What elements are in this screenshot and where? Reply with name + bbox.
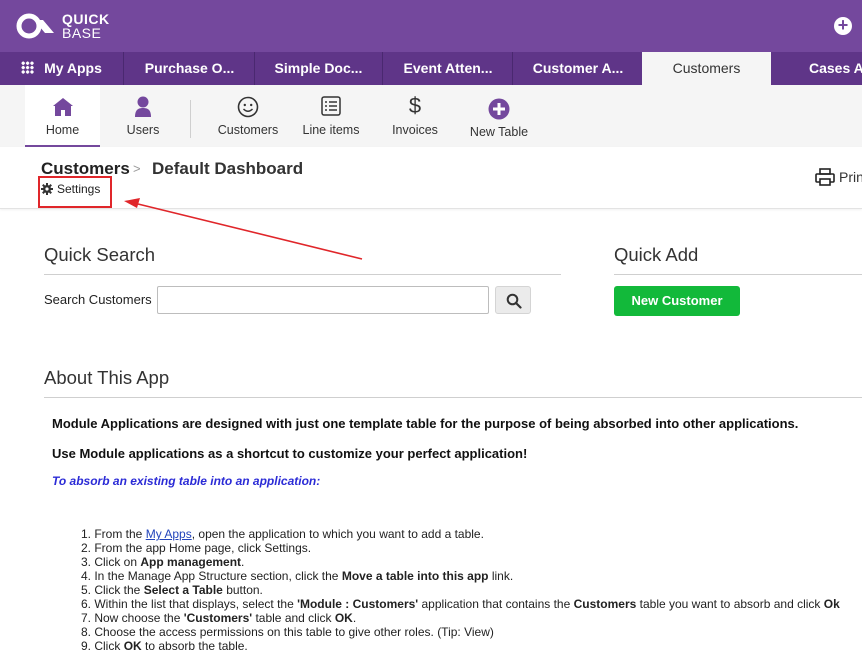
pagebar-customers[interactable]: Customers	[213, 85, 283, 147]
tab-label: Event Atten...	[403, 60, 493, 76]
about-title: About This App	[44, 367, 170, 388]
home-icon	[52, 98, 73, 116]
tab-label: Customers	[672, 60, 741, 76]
print-button[interactable]: Prin	[815, 168, 862, 186]
pagebar-users-label: Users	[126, 123, 160, 137]
tab-my-apps[interactable]: My Apps	[0, 52, 124, 85]
print-label: Prin	[839, 169, 862, 185]
list-item: 7. Now choose the 'Customers' table and …	[80, 611, 357, 625]
pagebar-new-table-label: New Table	[469, 125, 529, 139]
app-tab-bar: My Apps Purchase O... Simple Doc... Even…	[0, 52, 862, 85]
list-item: 3. Click on App management.	[80, 555, 245, 569]
pagebar-users[interactable]: Users	[110, 85, 176, 147]
page-title: Default Dashboard	[152, 159, 304, 178]
list-item: 1. From the My Apps, open the applicatio…	[80, 527, 484, 541]
quick-add-title: Quick Add	[614, 244, 699, 265]
tab-customers[interactable]: Customers	[642, 52, 771, 85]
list-item: 2. From the app Home page, click Setting…	[80, 541, 312, 555]
pagebar-divider	[190, 100, 191, 138]
page-header: Customers > Default Dashboard Settings	[0, 147, 862, 209]
pagebar-line-items-label: Line items	[302, 123, 360, 137]
list-item: 5. Click the Select a Table button.	[80, 583, 263, 597]
printer-icon	[815, 168, 835, 186]
about-paragraph-1: Module Applications are designed with ju…	[52, 416, 799, 431]
user-icon	[135, 96, 151, 117]
search-button[interactable]	[495, 286, 531, 314]
new-customer-button[interactable]: New Customer	[614, 286, 740, 316]
top-bar: QUICK BASE +	[0, 0, 862, 52]
list-item: 8. Choose the access permissions on this…	[80, 625, 494, 639]
pagebar-line-items[interactable]: Line items	[298, 85, 364, 147]
list-item: 6. Within the list that displays, select…	[80, 597, 840, 611]
breadcrumb-separator: >	[133, 161, 141, 176]
about-paragraph-2: Use Module applications as a shortcut to…	[52, 446, 528, 461]
tab-event-attendance[interactable]: Event Atten...	[384, 52, 513, 85]
tab-customer-app[interactable]: Customer A...	[514, 52, 642, 85]
logo-line2: BASE	[62, 25, 102, 41]
quick-add-divider	[614, 274, 862, 275]
pagebar-home[interactable]: Home	[25, 85, 100, 147]
about-divider	[44, 397, 862, 398]
list-item: 9. Click OK to absorb the table.	[80, 639, 248, 653]
tab-label: Purchase O...	[144, 60, 235, 76]
quickbase-logo-icon	[16, 13, 54, 39]
pagebar-customers-label: Customers	[217, 123, 279, 137]
tab-simple-documents[interactable]: Simple Doc...	[255, 52, 383, 85]
search-customers-label: Search Customers	[44, 292, 152, 307]
tab-label: My Apps	[44, 60, 102, 76]
search-icon	[506, 293, 522, 309]
tab-cases-app[interactable]: Cases Ap	[772, 52, 862, 85]
pagebar-home-label: Home	[45, 123, 80, 137]
logo-line1: QUICK	[62, 11, 110, 27]
list-item: 4. In the Manage App Structure section, …	[80, 569, 514, 583]
my-apps-link[interactable]: My Apps	[146, 527, 192, 541]
instructions-list: 1. From the My Apps, open the applicatio…	[76, 527, 862, 653]
tab-purchase-orders[interactable]: Purchase O...	[125, 52, 255, 85]
grid-icon	[21, 61, 35, 74]
pagebar-invoices-label: Invoices	[392, 123, 438, 137]
annotation-highlight-box	[38, 176, 112, 208]
dollar-icon: $	[408, 93, 422, 118]
create-plus-icon[interactable]: +	[834, 16, 852, 35]
plus-circle-icon	[488, 98, 510, 120]
smiley-icon	[237, 96, 259, 118]
search-customers-input[interactable]	[157, 286, 489, 314]
about-subheading: To absorb an existing table into an appl…	[52, 474, 321, 488]
quick-search-title: Quick Search	[44, 244, 156, 265]
list-icon	[321, 96, 341, 116]
page-bar: Home Users Customers Line items $ Invoic…	[0, 85, 862, 147]
quickbase-logo[interactable]: QUICK BASE	[16, 12, 110, 40]
tab-label: Customer A...	[532, 60, 624, 76]
pagebar-new-table[interactable]: New Table	[466, 85, 532, 147]
pagebar-invoices[interactable]: $ Invoices	[385, 85, 445, 147]
tab-label: Cases Ap	[809, 60, 862, 76]
tab-label: Simple Doc...	[274, 60, 363, 76]
quick-search-divider	[44, 274, 561, 275]
